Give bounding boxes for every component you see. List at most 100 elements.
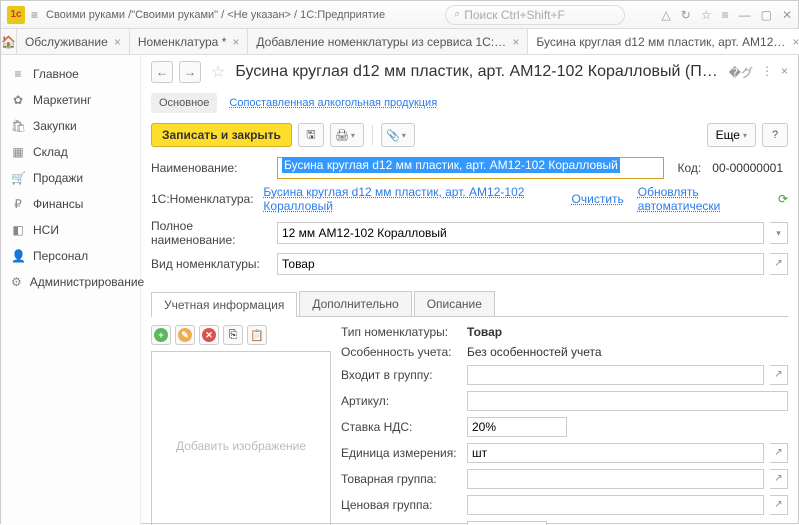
section-alcohol[interactable]: Сопоставленная алкогольная продукция (229, 97, 437, 109)
minimize-icon[interactable]: — (739, 8, 751, 22)
help-button[interactable]: ? (762, 123, 788, 147)
type-label: Тип номенклатуры: (341, 325, 461, 339)
link-icon[interactable]: �グ (729, 64, 753, 81)
tab-bar: 🏠 Обслуживание× Номенклатура *× Добавлен… (1, 29, 798, 55)
print-button[interactable]: 🖨 (330, 123, 364, 147)
name-input[interactable]: Бусина круглая d12 мм пластик, арт. AM12… (277, 157, 664, 179)
more-button[interactable]: Еще (707, 123, 756, 147)
feature-label: Особенность учета: (341, 345, 461, 359)
save-close-button[interactable]: Записать и закрыть (151, 123, 292, 147)
open-ref-icon[interactable]: ↗ (770, 443, 788, 463)
name-label: Наименование: (151, 161, 271, 175)
paste-image-button[interactable]: 📋 (247, 325, 267, 345)
image-placeholder[interactable]: Добавить изображение (151, 351, 331, 525)
add-image-button[interactable]: + (151, 325, 171, 345)
sidebar-item-purchases[interactable]: 🛍Закупки (1, 113, 140, 139)
menu-icon[interactable]: ≡ (31, 8, 38, 22)
sidebar-item-admin[interactable]: ⚙Администрирование (1, 269, 140, 295)
maximize-icon[interactable]: ▢ (761, 8, 772, 22)
tab-description[interactable]: Описание (414, 291, 495, 316)
close-icon[interactable]: × (792, 35, 799, 49)
gear-icon: ⚙ (11, 275, 22, 289)
delete-image-button[interactable]: ✕ (199, 325, 219, 345)
vat-input[interactable]: 20% (467, 417, 567, 437)
tab-home[interactable]: 🏠 (1, 29, 17, 54)
close-icon[interactable]: × (114, 35, 121, 49)
person-icon: 👤 (11, 249, 25, 263)
refresh-icon[interactable]: ⟳ (778, 192, 788, 206)
ruble-icon: ₽ (11, 197, 25, 211)
copy-image-button[interactable]: ⎘ (223, 325, 243, 345)
group-label: Входит в группу: (341, 368, 461, 382)
sidebar-item-sales[interactable]: 🛒Продажи (1, 165, 140, 191)
panel-icon: ◧ (11, 223, 25, 237)
code-label: Код: (678, 161, 702, 175)
tab-nomenclature[interactable]: Номенклатура *× (130, 29, 249, 54)
tab-add-nomenclature[interactable]: Добавление номенклатуры из сервиса 1С:Но… (248, 29, 528, 54)
open-ref-icon[interactable]: ↗ (770, 469, 788, 489)
close-panel-icon[interactable]: × (781, 64, 788, 81)
sidebar: ≡Главное ✿Маркетинг 🛍Закупки ▦Склад 🛒Про… (1, 55, 141, 525)
history-icon[interactable]: ↻ (681, 8, 691, 22)
cart-icon: 🛒 (11, 171, 25, 185)
close-icon[interactable]: × (512, 35, 519, 49)
grid-icon: ▦ (11, 145, 25, 159)
code-value: 00-00000001 (707, 158, 788, 178)
page-title: Бусина круглая d12 мм пластик, арт. AM12… (235, 63, 722, 81)
forward-button[interactable]: → (179, 61, 201, 83)
close-icon[interactable]: × (232, 35, 239, 49)
sidebar-item-warehouse[interactable]: ▦Склад (1, 139, 140, 165)
price-group-label: Ценовая группа: (341, 498, 461, 512)
sidebar-item-marketing[interactable]: ✿Маркетинг (1, 87, 140, 113)
list-icon: ≡ (11, 67, 25, 81)
tab-service[interactable]: Обслуживание× (17, 29, 130, 54)
feature-value: Без особенностей учета (467, 345, 602, 359)
article-label: Артикул: (341, 394, 461, 408)
goods-group-input[interactable] (467, 469, 764, 489)
clear-link[interactable]: Очистить (572, 192, 624, 206)
section-main[interactable]: Основное (151, 93, 217, 113)
kebab-icon[interactable]: ⋮ (761, 64, 773, 81)
app-logo: 1c (7, 6, 25, 24)
fullname-label: Полное наименование: (151, 219, 271, 247)
kind-input[interactable] (277, 253, 764, 275)
article-input[interactable] (467, 391, 788, 411)
onec-label: 1С:Номенклатура: (151, 192, 257, 206)
onec-link[interactable]: Бусина круглая d12 мм пластик, арт. AM12… (263, 185, 559, 213)
type-value: Товар (467, 325, 502, 339)
open-ref-icon[interactable]: ↗ (770, 253, 788, 275)
settings-icon[interactable]: ≡ (722, 8, 729, 22)
edit-image-button[interactable]: ✎ (175, 325, 195, 345)
tab-additional[interactable]: Дополнительно (299, 291, 411, 316)
sidebar-item-nsi[interactable]: ◧НСИ (1, 217, 140, 243)
dropdown-icon[interactable]: ▾ (770, 222, 788, 244)
bell-icon[interactable]: △ (662, 8, 671, 22)
fullname-input[interactable] (277, 222, 764, 244)
sidebar-item-finance[interactable]: ₽Финансы (1, 191, 140, 217)
search-input[interactable]: Поиск Ctrl+Shift+F (445, 5, 625, 25)
sidebar-item-main[interactable]: ≡Главное (1, 61, 140, 87)
attach-button[interactable]: 📎 (381, 123, 415, 147)
unit-label: Единица измерения: (341, 446, 461, 460)
kind-label: Вид номенклатуры: (151, 257, 271, 271)
star-icon[interactable]: ☆ (701, 8, 712, 22)
save-button[interactable]: 🖫 (298, 123, 324, 147)
goods-group-label: Товарная группа: (341, 472, 461, 486)
marketing-icon: ✿ (11, 93, 25, 107)
sidebar-item-personnel[interactable]: 👤Персонал (1, 243, 140, 269)
back-button[interactable]: ← (151, 61, 173, 83)
vat-label: Ставка НДС: (341, 420, 461, 434)
price-group-input[interactable] (467, 495, 764, 515)
auto-update-link[interactable]: Обновлять автоматически (638, 185, 768, 213)
bag-icon: 🛍 (11, 119, 25, 133)
favorite-icon[interactable]: ☆ (211, 62, 225, 82)
unit-input[interactable]: шт (467, 443, 764, 463)
group-input[interactable] (467, 365, 764, 385)
weight-input[interactable] (467, 521, 547, 525)
tab-accounting[interactable]: Учетная информация (151, 292, 297, 317)
open-ref-icon[interactable]: ↗ (770, 495, 788, 515)
tab-item[interactable]: Бусина круглая d12 мм пластик, арт. AM12… (528, 29, 799, 54)
close-icon[interactable]: ✕ (782, 8, 792, 22)
window-title: Своими руками /"Своими руками" / <Не ука… (46, 9, 385, 21)
open-ref-icon[interactable]: ↗ (770, 365, 788, 385)
